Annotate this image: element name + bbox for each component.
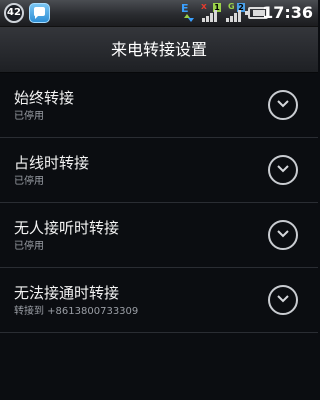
list-item-forward-when-unreachable[interactable]: 无法接通时转接 转接到 +8613800733309 <box>0 268 318 333</box>
list-item-subtitle: 转接到 +8613800733309 <box>14 306 139 317</box>
forwarding-options-list: 始终转接 已停用 占线时转接 已停用 无人接听时转接 已停用 无法接通时转接 转… <box>0 73 318 333</box>
sim2-signal-icon: G 2 <box>225 2 245 22</box>
list-item-title: 无人接听时转接 <box>14 219 120 237</box>
page-title: 来电转接设置 <box>110 40 207 59</box>
sim1-signal-icon: x 1 <box>201 2 221 22</box>
status-clock: 17:36 <box>262 3 313 22</box>
list-item-title: 占线时转接 <box>14 154 90 172</box>
phone-screen: 42 E x 1 G 2 17:36 来电转接设置 始终转接 已停用 占线时转接… <box>0 0 318 400</box>
list-item-always-forward[interactable]: 始终转接 已停用 <box>0 73 318 138</box>
list-item-forward-when-unanswered[interactable]: 无人接听时转接 已停用 <box>0 203 318 268</box>
list-item-title: 始终转接 <box>14 89 75 107</box>
chevron-down-icon[interactable] <box>268 155 298 185</box>
list-item-title: 无法接通时转接 <box>14 284 120 302</box>
list-item-subtitle: 已停用 <box>14 176 44 187</box>
list-item-subtitle: 已停用 <box>14 241 44 252</box>
chevron-down-icon[interactable] <box>268 90 298 120</box>
title-bar: 来电转接设置 <box>0 27 318 73</box>
list-item-forward-when-busy[interactable]: 占线时转接 已停用 <box>0 138 318 203</box>
chat-notification-icon <box>29 3 50 23</box>
chevron-down-icon[interactable] <box>268 285 298 315</box>
edge-network-icon: E <box>181 2 197 23</box>
status-bar: 42 E x 1 G 2 17:36 <box>0 0 318 27</box>
list-item-subtitle: 已停用 <box>14 111 44 122</box>
chevron-down-icon[interactable] <box>268 220 298 250</box>
notification-count-badge: 42 <box>4 3 24 23</box>
